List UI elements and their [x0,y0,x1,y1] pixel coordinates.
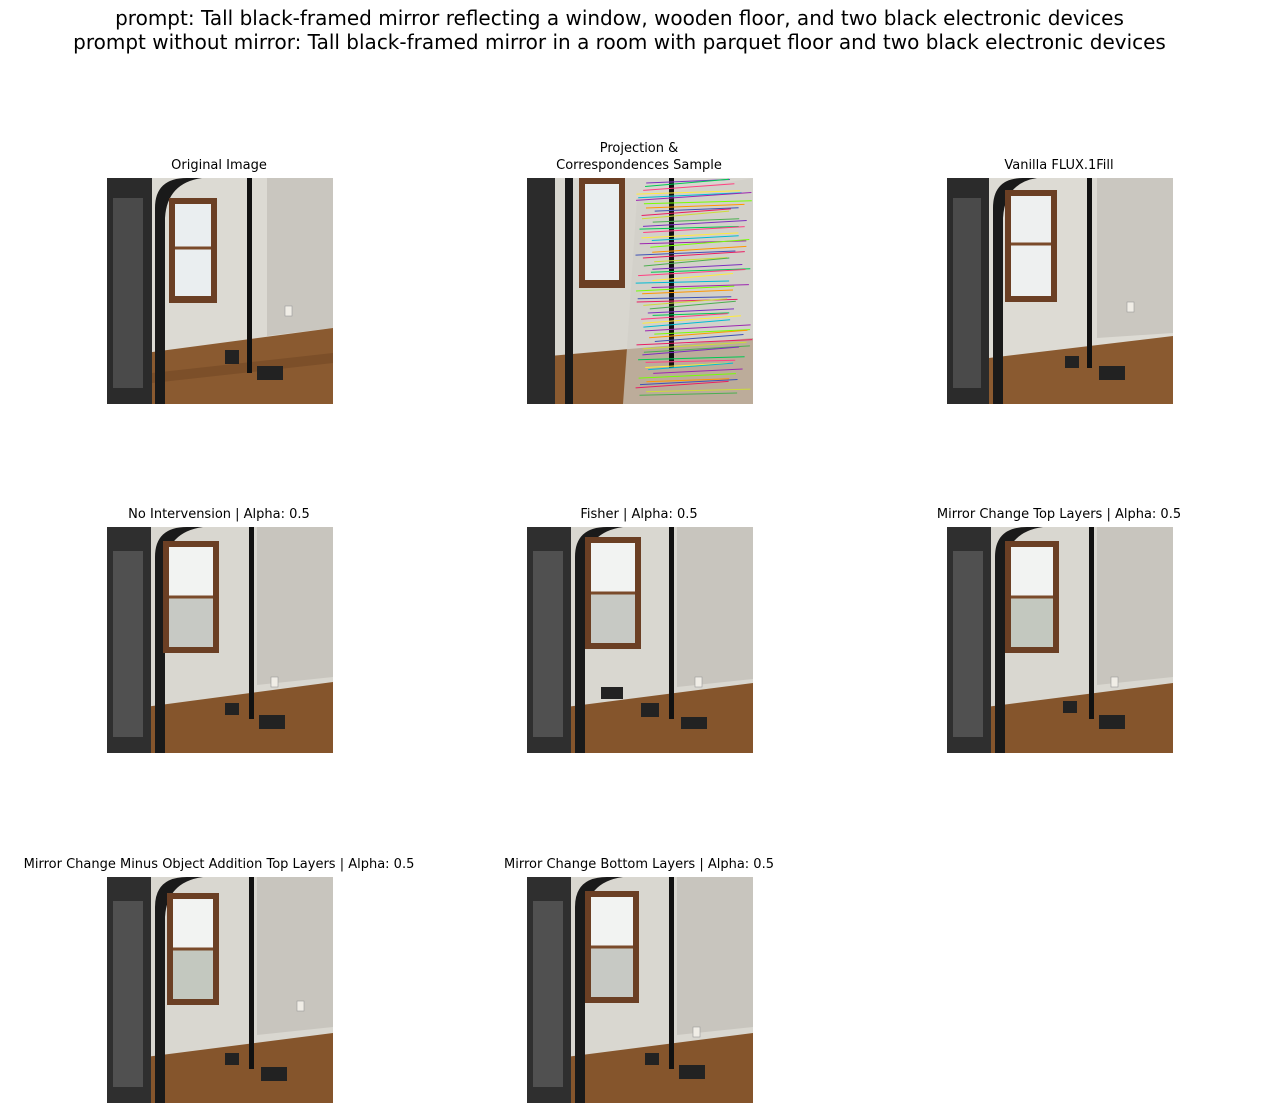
mirror-bottom-panel [527,877,753,1103]
panel-title-no-intervention: No Intervension | Alpha: 0.5 [128,507,310,522]
original-image-panel [107,178,333,404]
figure-title-line-1: prompt: Tall black-framed mirror reflect… [115,6,1124,30]
vanilla-flux-image [947,178,1173,404]
figure-title-line-2: prompt without mirror: Tall black-framed… [73,30,1166,54]
figure-title: prompt: Tall black-framed mirror reflect… [0,6,1239,54]
panel-title-mirror-bottom: Mirror Change Bottom Layers | Alpha: 0.5 [504,857,774,872]
panel-title-projection-line-2: Correspondences Sample [556,158,722,173]
mirror-minus-object-top-image [107,877,333,1103]
fisher-panel [527,527,753,753]
panel-title-projection: Projection & Correspondences Sample [556,140,722,174]
panel-title-projection-line-1: Projection & [599,141,679,156]
original-image [107,178,333,404]
no-intervention-panel [107,527,333,753]
projection-panel [527,178,753,404]
panel-title-mirror-minus-object-top: Mirror Change Minus Object Addition Top … [23,857,415,872]
panel-title-original: Original Image [171,158,267,173]
mirror-bottom-image [527,877,753,1103]
vanilla-flux-panel [947,178,1173,404]
projection-image [527,178,753,404]
mirror-top-panel [947,527,1173,753]
mirror-minus-object-top-panel [107,877,333,1103]
panel-title-vanilla: Vanilla FLUX.1Fill [1004,158,1114,173]
panel-title-fisher: Fisher | Alpha: 0.5 [580,507,698,522]
panel-title-mirror-top: Mirror Change Top Layers | Alpha: 0.5 [936,507,1182,522]
no-intervention-image [107,527,333,753]
fisher-image [527,527,753,753]
mirror-top-image [947,527,1173,753]
